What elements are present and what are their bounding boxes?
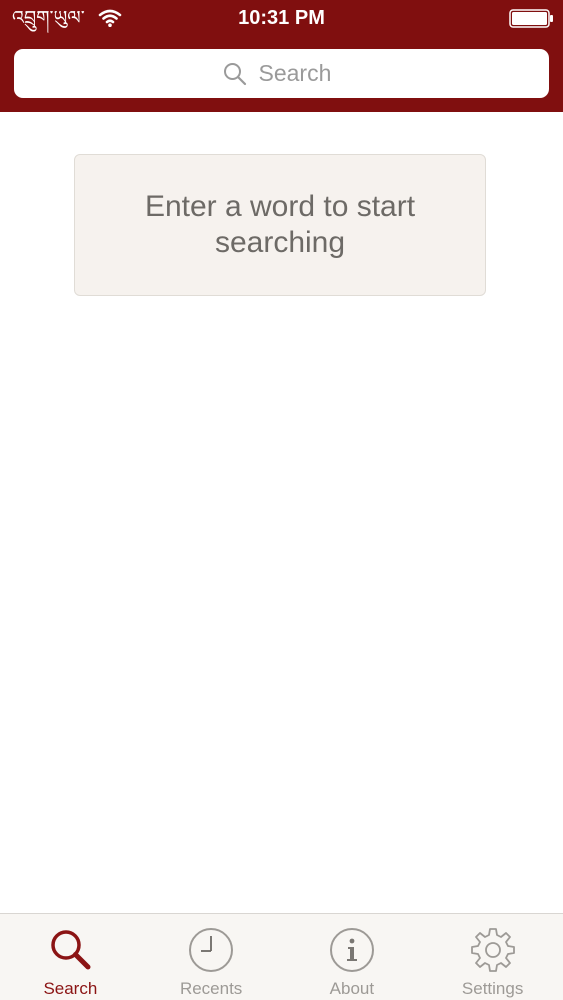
tab-label: Settings — [461, 979, 524, 998]
tab-search[interactable]: Search — [0, 914, 141, 1000]
info-icon — [329, 928, 374, 972]
status-bar: འབྲུག་ཡུལ་ 10:31 PM — [0, 0, 563, 36]
tab-label: Search — [43, 979, 98, 998]
tab-about[interactable]: About — [282, 914, 423, 1000]
header: འབྲུག་ཡུལ་ 10:31 PM — [0, 0, 563, 112]
tab-label: Recents — [179, 979, 243, 998]
tab-label: About — [329, 979, 375, 998]
battery-full-icon — [509, 9, 553, 28]
search-icon — [223, 62, 246, 85]
empty-state-card: Enter a word to start searching — [74, 154, 486, 296]
tab-bar: Search Recents About Settings — [0, 913, 563, 1000]
gear-icon — [470, 928, 515, 972]
tab-recents[interactable]: Recents — [141, 914, 282, 1000]
status-time: 10:31 PM — [238, 7, 325, 29]
search-icon — [51, 930, 91, 970]
tab-settings[interactable]: Settings — [422, 914, 563, 1000]
search-input[interactable] — [258, 60, 341, 87]
clock-icon — [189, 928, 234, 972]
search-bar[interactable] — [14, 49, 549, 98]
empty-state-message: Enter a word to start searching — [144, 190, 416, 259]
app-screen: འབྲུག་ཡུལ་ 10:31 PM Enter a word to s — [0, 0, 563, 1000]
